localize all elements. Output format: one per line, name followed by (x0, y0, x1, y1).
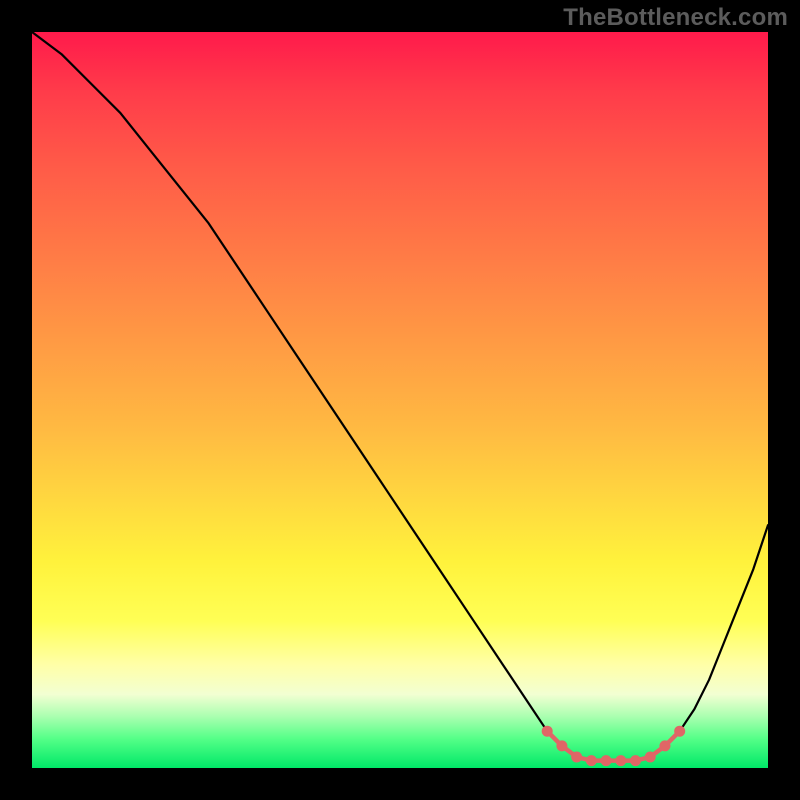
plot-area (32, 32, 768, 768)
chart-frame: TheBottleneck.com (0, 0, 800, 800)
bottleneck-curve (32, 32, 768, 761)
watermark-text: TheBottleneck.com (563, 4, 788, 32)
curve-layer (32, 32, 768, 768)
